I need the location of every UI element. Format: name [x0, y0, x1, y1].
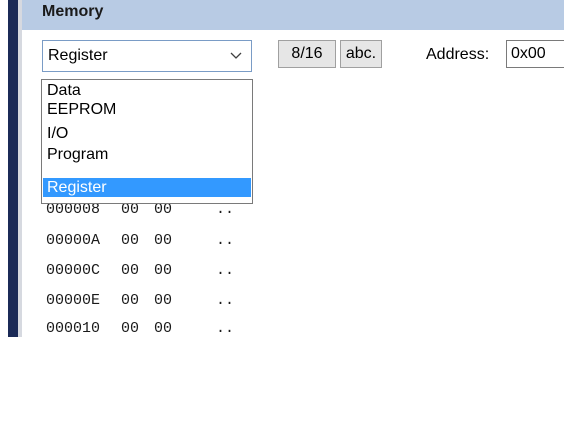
row-byte[interactable]: 00 — [121, 262, 139, 279]
memory-row: 000010 00 00 .. — [46, 320, 234, 340]
memory-row: 00000E 00 00 .. — [46, 292, 234, 312]
dropdown-option-program[interactable]: Program — [43, 145, 251, 164]
row-byte[interactable]: 00 — [154, 232, 172, 249]
address-input[interactable] — [506, 40, 564, 68]
row-byte[interactable]: 00 — [154, 320, 172, 337]
memory-row: 00000C 00 00 .. — [46, 262, 234, 282]
row-byte[interactable]: 00 — [121, 292, 139, 309]
row-byte[interactable]: 00 — [121, 320, 139, 337]
row-ascii: .. — [216, 292, 235, 309]
chevron-down-icon[interactable] — [229, 48, 243, 62]
memory-row: 00000A 00 00 .. — [46, 232, 234, 252]
dropdown-option-data[interactable]: Data — [43, 81, 251, 100]
row-address: 00000A — [46, 232, 101, 249]
dropdown-option-io[interactable]: I/O — [43, 124, 251, 143]
row-ascii: .. — [216, 320, 235, 337]
dropdown-option-eeprom[interactable]: EEPROM — [43, 100, 251, 119]
panel-title: Memory — [42, 3, 104, 20]
memory-type-combobox[interactable]: Register — [41, 39, 253, 73]
memory-toolbar: Register 8/16 abc. Address: — [22, 30, 564, 80]
word-size-button[interactable]: 8/16 — [278, 40, 336, 68]
frame-dark-edge — [8, 0, 18, 337]
panel-title-bar: Memory — [22, 0, 564, 30]
memory-type-value: Register — [48, 47, 108, 64]
memory-row: 000008 00 00 .. — [46, 201, 234, 221]
address-label: Address: — [426, 46, 490, 63]
dropdown-option-register[interactable]: Register — [43, 178, 251, 197]
left-window-frame — [0, 0, 24, 337]
row-address: 00000C — [46, 262, 101, 279]
row-address: 000010 — [46, 320, 101, 337]
row-ascii: .. — [216, 232, 235, 249]
row-byte[interactable]: 00 — [154, 262, 172, 279]
memory-type-dropdown-list: Data EEPROM I/O Program Register — [41, 79, 253, 204]
row-byte[interactable]: 00 — [121, 232, 139, 249]
row-byte[interactable]: 00 — [154, 292, 172, 309]
ascii-toggle-button[interactable]: abc. — [340, 40, 382, 68]
row-ascii: .. — [216, 262, 235, 279]
row-address: 00000E — [46, 292, 101, 309]
